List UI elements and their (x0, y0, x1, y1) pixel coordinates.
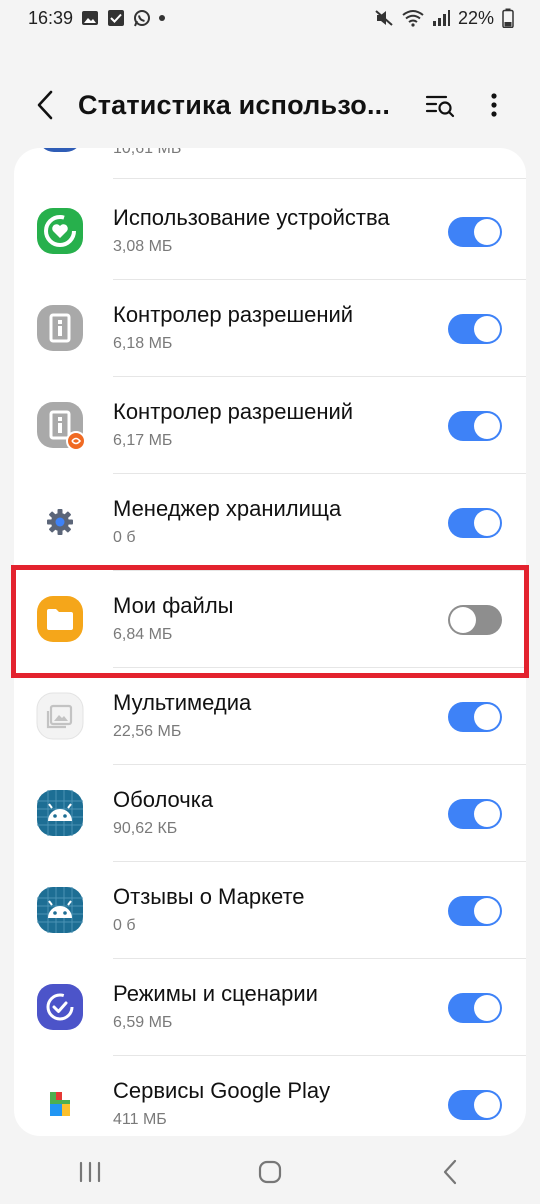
app-name: Менеджер хранилища (113, 496, 342, 521)
app-size: 0 б (113, 917, 136, 934)
app-toggle[interactable] (448, 1090, 502, 1120)
toggle-knob (474, 316, 500, 342)
app-toggle[interactable] (448, 799, 502, 829)
app-size: 6,59 МБ (113, 1014, 173, 1031)
app-name: Сервисы Google Play (113, 1078, 331, 1103)
app-size: 0 б (113, 529, 136, 546)
list-item[interactable]: Режимы и сценарии 6,59 МБ (14, 959, 526, 1056)
app-toggle[interactable] (448, 702, 502, 732)
mute-icon (375, 10, 393, 26)
app-size: 10,61 МБ (113, 148, 182, 157)
check-box-icon (108, 10, 125, 26)
status-bar: 16:39 22% (0, 0, 540, 36)
app-name: Контролер разрешений (113, 302, 354, 327)
list-item[interactable]: 10,61 МБ (14, 148, 526, 179)
back-nav-icon (443, 1159, 457, 1185)
status-right: 22% (374, 8, 514, 29)
modes-routines-icon (36, 983, 84, 1031)
app-name: Мультимедиа (113, 690, 252, 715)
more-vertical-icon (491, 93, 497, 117)
app-size: 22,56 МБ (113, 723, 182, 740)
app-toggle[interactable] (448, 896, 502, 926)
android-icon (36, 886, 84, 934)
status-time: 16:39 (28, 7, 74, 28)
toggle-knob (474, 995, 500, 1021)
list-item[interactable]: Контролер разрешений 6,18 МБ (14, 280, 526, 377)
app-bar: Статистика использо... (0, 70, 540, 140)
recent-apps-icon (79, 1161, 101, 1183)
app-size: 6,17 МБ (113, 432, 173, 449)
toggle-knob (474, 510, 500, 536)
app-size: 3,08 МБ (113, 238, 173, 255)
back-nav-button[interactable] (420, 1147, 480, 1197)
more-options-button[interactable] (472, 83, 516, 127)
media-gallery-icon (36, 692, 84, 740)
list-item[interactable]: Использование устройства 3,08 МБ (14, 183, 526, 280)
app-size: 90,62 КБ (113, 820, 178, 837)
permission-controller-badge-icon (36, 401, 86, 451)
filter-search-icon (425, 95, 455, 118)
status-left: 16:39 (28, 7, 166, 29)
list-item[interactable]: Оболочка 90,62 КБ (14, 765, 526, 862)
gallery-icon (82, 11, 99, 25)
highlight-frame (11, 565, 529, 678)
battery-icon (502, 8, 514, 28)
search-filter-button[interactable] (418, 83, 462, 127)
app-toggle[interactable] (448, 508, 502, 538)
toggle-knob (474, 801, 500, 827)
app-size: 411 МБ (113, 1111, 167, 1128)
chevron-left-icon (37, 90, 53, 120)
toggle-knob (474, 219, 500, 245)
app-toggle[interactable] (448, 993, 502, 1023)
recent-apps-button[interactable] (60, 1147, 120, 1197)
app-name: Контролер разрешений (113, 399, 354, 424)
toggle-knob (474, 898, 500, 924)
dot-icon (159, 15, 166, 21)
app-name: Использование устройства (113, 205, 390, 230)
whatsapp-icon (134, 10, 151, 27)
wifi-icon (402, 10, 424, 27)
device-care-icon (36, 207, 84, 255)
page-title: Статистика использо... (78, 89, 391, 120)
toggle-knob (474, 1092, 500, 1118)
list-item[interactable]: Контролер разрешений 6,17 МБ (14, 377, 526, 474)
android-icon (36, 789, 84, 837)
signal-icon (432, 10, 450, 26)
toggle-knob (474, 413, 500, 439)
app-name: Оболочка (113, 787, 214, 812)
home-button[interactable] (240, 1147, 300, 1197)
list-item[interactable]: Сервисы Google Play 411 МБ (14, 1056, 526, 1136)
permission-controller-icon (36, 304, 84, 352)
navigation-bar (0, 1140, 540, 1204)
home-icon (258, 1160, 282, 1184)
app-toggle[interactable] (448, 217, 502, 247)
list-item[interactable]: Менеджер хранилища 0 б (14, 474, 526, 571)
list-item[interactable]: Отзывы о Маркете 0 б (14, 862, 526, 959)
app-name: Отзывы о Маркете (113, 884, 305, 909)
settings-gear-icon (36, 498, 84, 546)
battery-percent: 22% (457, 7, 494, 28)
app-name: Режимы и сценарии (113, 981, 318, 1006)
app-toggle[interactable] (448, 411, 502, 441)
partial-app-icon (36, 148, 84, 154)
back-button[interactable] (28, 85, 62, 125)
app-toggle[interactable] (448, 314, 502, 344)
list-item[interactable]: Мультимедиа 22,56 МБ (14, 668, 526, 765)
toggle-knob (474, 704, 500, 730)
app-size: 6,18 МБ (113, 335, 173, 352)
divider (113, 178, 526, 179)
google-play-services-icon (36, 1080, 84, 1128)
